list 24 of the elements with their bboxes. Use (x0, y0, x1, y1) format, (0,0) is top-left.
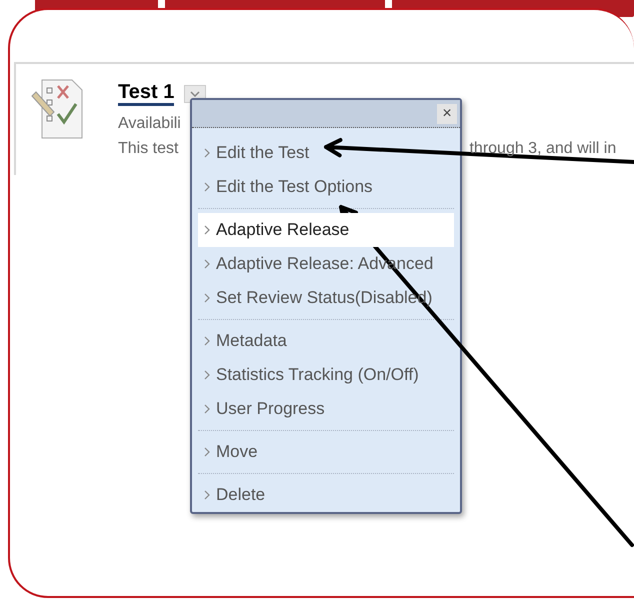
availability-text: Availabili (118, 114, 182, 134)
menu-item[interactable]: Edit the Test (198, 136, 454, 170)
chevron-right-icon (204, 259, 210, 269)
menu-item[interactable]: Move (198, 435, 454, 469)
chevron-right-icon (204, 370, 210, 380)
chevron-right-icon (204, 404, 210, 414)
menu-item[interactable]: Delete (198, 478, 454, 512)
chevron-right-icon (204, 225, 210, 235)
chevron-right-icon (204, 336, 210, 346)
description-text: through 3, and will in (469, 139, 616, 159)
menu-item[interactable]: Adaptive Release (198, 213, 454, 247)
menu-item[interactable]: Metadata (198, 324, 454, 358)
description-text: This test (118, 139, 178, 159)
chevron-right-icon (204, 490, 210, 500)
menu-item[interactable]: Statistics Tracking (On/Off) (198, 358, 454, 392)
item-title-link[interactable]: Test 1 (118, 81, 174, 106)
menu-item[interactable]: Edit the Test Options (198, 170, 454, 204)
menu-item[interactable]: User Progress (198, 392, 454, 426)
chevron-right-icon (204, 148, 210, 158)
chevron-right-icon (204, 182, 210, 192)
close-button[interactable]: × (437, 104, 457, 124)
chevron-down-icon (190, 90, 200, 96)
chevron-right-icon (204, 447, 210, 457)
chevron-right-icon (204, 293, 210, 303)
